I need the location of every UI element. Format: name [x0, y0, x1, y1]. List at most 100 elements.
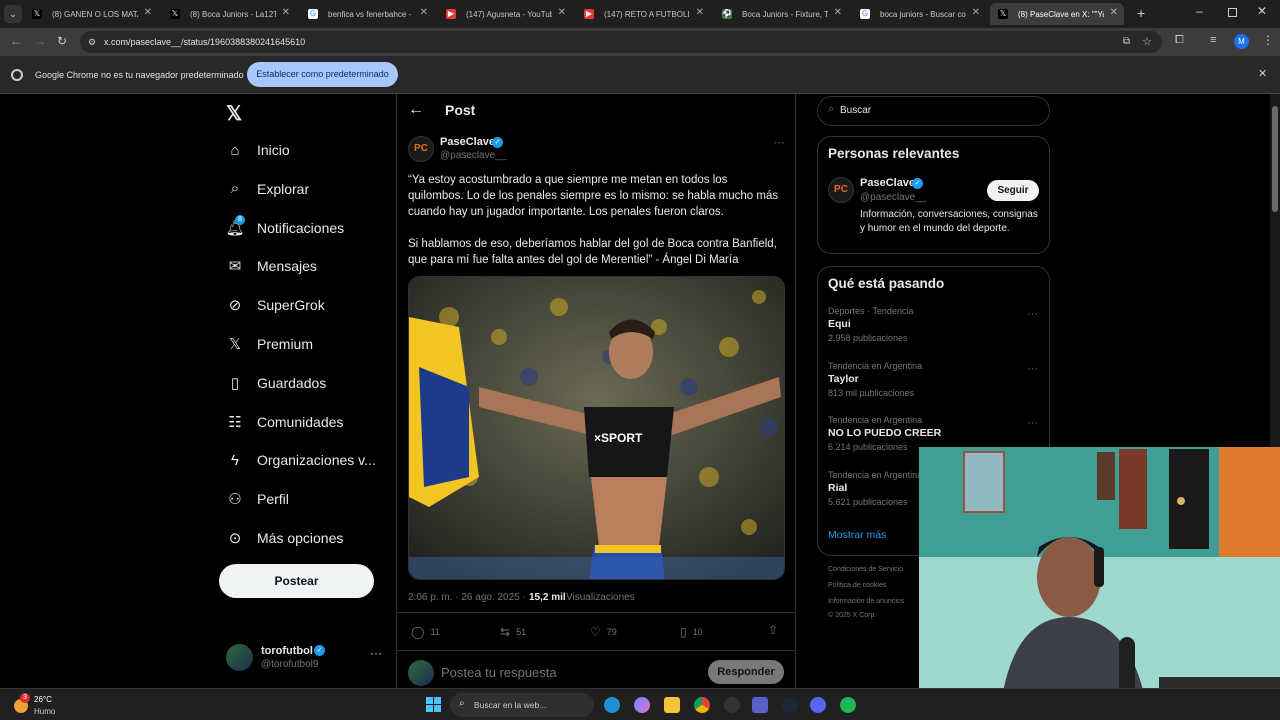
follow-button[interactable]: Seguir — [987, 180, 1039, 201]
back-button[interactable]: ← — [10, 34, 22, 48]
post-views-label: Visualizaciones — [566, 592, 635, 603]
relevant-avatar[interactable]: PC — [828, 177, 854, 203]
browser-tab[interactable]: Gboca juniors - Buscar con ✕ — [852, 3, 986, 25]
tab-list-button[interactable]: ⌄ — [4, 5, 22, 23]
close-window-button[interactable]: ✕ — [1257, 4, 1267, 18]
copilot-icon[interactable] — [634, 697, 650, 713]
sidebar-item-premium[interactable]: 𝕏 Premium — [226, 332, 313, 356]
windows-taskbar: 3 26°C Humo ⌕ Buscar en la web... — [0, 688, 1280, 720]
spotify-icon[interactable] — [840, 697, 856, 713]
footer-terms[interactable]: Condiciones de Servicio — [828, 566, 903, 573]
reply-action[interactable]: ◯ 11 — [411, 625, 440, 639]
reload-button[interactable]: ↻ — [57, 34, 67, 48]
sidebar-item-comunidades[interactable]: ☷ Comunidades — [226, 410, 343, 434]
post-button[interactable]: Postear — [219, 564, 374, 598]
trend-more-icon[interactable]: ··· — [1027, 417, 1038, 429]
media-controls-icon[interactable]: ≡ — [1210, 34, 1216, 46]
forward-button[interactable]: → — [34, 34, 46, 48]
reply-input[interactable]: Postea tu respuesta — [441, 665, 701, 680]
post-more-icon[interactable]: ··· — [773, 135, 785, 149]
tab-title: (147) RETO A FUTBOLISTA — [604, 9, 690, 19]
trend-item[interactable]: Tendencia en Argentina Taylor 813 mil publ… — [828, 361, 1038, 398]
like-action[interactable]: ♡ 79 — [590, 625, 617, 639]
tab-close-icon[interactable]: ✕ — [420, 7, 428, 18]
scrollbar-thumb[interactable] — [1272, 106, 1278, 212]
search-placeholder: Buscar — [840, 105, 872, 116]
tab-close-icon[interactable]: ✕ — [1110, 7, 1118, 18]
sidebar-item-inicio[interactable]: ⌂ Inicio — [226, 138, 289, 162]
profile-avatar[interactable]: M — [1234, 34, 1249, 49]
browser-tab[interactable]: Gbenfica vs fenerbahce - B ✕ — [300, 3, 434, 25]
browser-tab[interactable]: 𝕏 (8) Boca Juniors - La12Tu ✕ — [162, 3, 296, 25]
sidebar-item-supergrok[interactable]: ⊘ SuperGrok — [226, 293, 325, 317]
sidebar-item-mensajes[interactable]: ✉ Mensajes — [226, 254, 317, 278]
author-name[interactable]: PaseClave — [440, 136, 495, 148]
url-bar[interactable]: ⚙ x.com/paseclave__/status/1960388380241… — [80, 31, 1162, 53]
tab-close-icon[interactable]: ✕ — [282, 7, 290, 18]
file-explorer-icon[interactable] — [664, 697, 680, 713]
sidebar-item-notificaciones[interactable]: 🔔︎ 8 Notificaciones — [225, 214, 344, 240]
chrome-taskbar-icon[interactable] — [694, 697, 710, 713]
relevant-people-title: Personas relevantes — [828, 146, 960, 161]
minimize-button[interactable]: – — [1196, 4, 1203, 18]
browser-tab[interactable]: ▶ (147) RETO A FUTBOLISTA ✕ — [576, 3, 710, 25]
post-photo-illustration: ×SPORT — [409, 277, 784, 579]
new-tab-button[interactable]: + — [1137, 5, 1145, 21]
start-button[interactable] — [426, 697, 441, 712]
x-logo-icon[interactable]: 𝕏 — [226, 101, 242, 126]
tab-close-icon[interactable]: ✕ — [558, 7, 566, 18]
tab-close-icon[interactable]: ✕ — [144, 7, 152, 18]
footer-ads[interactable]: Información de anuncios — [828, 598, 904, 605]
sidebar-item-más-opciones[interactable]: ⊙ Más opciones — [226, 526, 344, 550]
footer-cookies[interactable]: Política de cookies — [828, 582, 886, 589]
browser-tab[interactable]: ▶ (147) Agusneta - YouTube ✕ — [438, 3, 572, 25]
column-divider-left — [396, 94, 397, 688]
trend-more-icon[interactable]: ··· — [1027, 308, 1038, 320]
site-info-icon[interactable]: ⚙ — [88, 31, 96, 53]
post-image[interactable]: ×SPORT — [408, 276, 785, 580]
post-timestamp[interactable]: 2:06 p. m. · 26 ago. 2025 · — [408, 592, 526, 603]
mail-icon: ✉ — [228, 258, 242, 276]
install-app-icon[interactable]: ⧉ — [1123, 31, 1130, 53]
account-more-icon[interactable]: ··· — [370, 646, 382, 660]
author-avatar[interactable]: PC — [408, 136, 434, 162]
tab-close-icon[interactable]: ✕ — [834, 7, 842, 18]
app-icon[interactable] — [724, 697, 740, 713]
steam-icon[interactable] — [782, 697, 798, 713]
search-box[interactable]: ⌕ Buscar — [817, 96, 1050, 126]
sidebar-item-label: Premium — [257, 336, 314, 352]
trend-item[interactable]: Deportes · Tendencia Equi 2.958 publicacio… — [828, 306, 1038, 343]
sidebar-item-organizaciones-v[interactable]: ϟ Organizaciones v... — [226, 448, 376, 472]
taskbar-search[interactable]: ⌕ Buscar en la web... — [450, 693, 594, 717]
back-arrow-icon[interactable]: ← — [408, 101, 424, 119]
tab-close-icon[interactable]: ✕ — [696, 7, 704, 18]
sidebar-item-explorar[interactable]: ⌕ Explorar — [226, 177, 309, 201]
browser-tab[interactable]: 𝕏 (8) GANEN O LOS MATAM ✕ — [24, 3, 158, 25]
bookmark-star-icon[interactable]: ☆ — [1142, 31, 1152, 53]
reply-button[interactable]: Responder — [708, 660, 784, 684]
trend-more-icon[interactable]: ··· — [1027, 363, 1038, 375]
set-default-button[interactable]: Establecer como predeterminado — [247, 62, 398, 87]
share-icon[interactable]: ⇧ — [768, 623, 778, 637]
author-handle[interactable]: @paseclave__ — [440, 150, 506, 161]
tab-title: Boca Juniors - Fixture, Tit — [742, 9, 828, 19]
menu-icon[interactable]: ⋮ — [1262, 33, 1274, 47]
browser-tab[interactable]: ⚽ Boca Juniors - Fixture, Tit ✕ — [714, 3, 848, 25]
extensions-icon[interactable]: ⧠ — [1175, 34, 1184, 47]
weather-widget[interactable]: 3 26°C Humo — [12, 692, 102, 718]
account-switcher[interactable]: torofutbol ✓ @torofutbol9 ··· — [226, 642, 386, 674]
discord-icon[interactable] — [810, 697, 826, 713]
relevant-name[interactable]: PaseClave — [860, 177, 915, 189]
maximize-button[interactable] — [1228, 8, 1237, 17]
bookmark-action[interactable]: ▯ 10 — [680, 625, 703, 639]
sidebar-item-guardados[interactable]: ▯ Guardados — [226, 371, 326, 395]
teams-icon[interactable] — [752, 697, 768, 713]
tab-close-icon[interactable]: ✕ — [972, 7, 980, 18]
sidebar-item-perfil[interactable]: ⚇ Perfil — [226, 487, 289, 511]
show-more-link[interactable]: Mostrar más — [828, 529, 886, 541]
edge-icon[interactable] — [604, 697, 620, 713]
infobar-close-icon[interactable]: ✕ — [1258, 67, 1267, 80]
url-text: x.com/paseclave__/status/196038838024164… — [104, 37, 306, 47]
browser-tab[interactable]: 𝕏 (8) PaseClave en X: ""Ya e ✕ — [990, 3, 1124, 25]
repost-action[interactable]: ⇆ 51 — [500, 625, 526, 639]
